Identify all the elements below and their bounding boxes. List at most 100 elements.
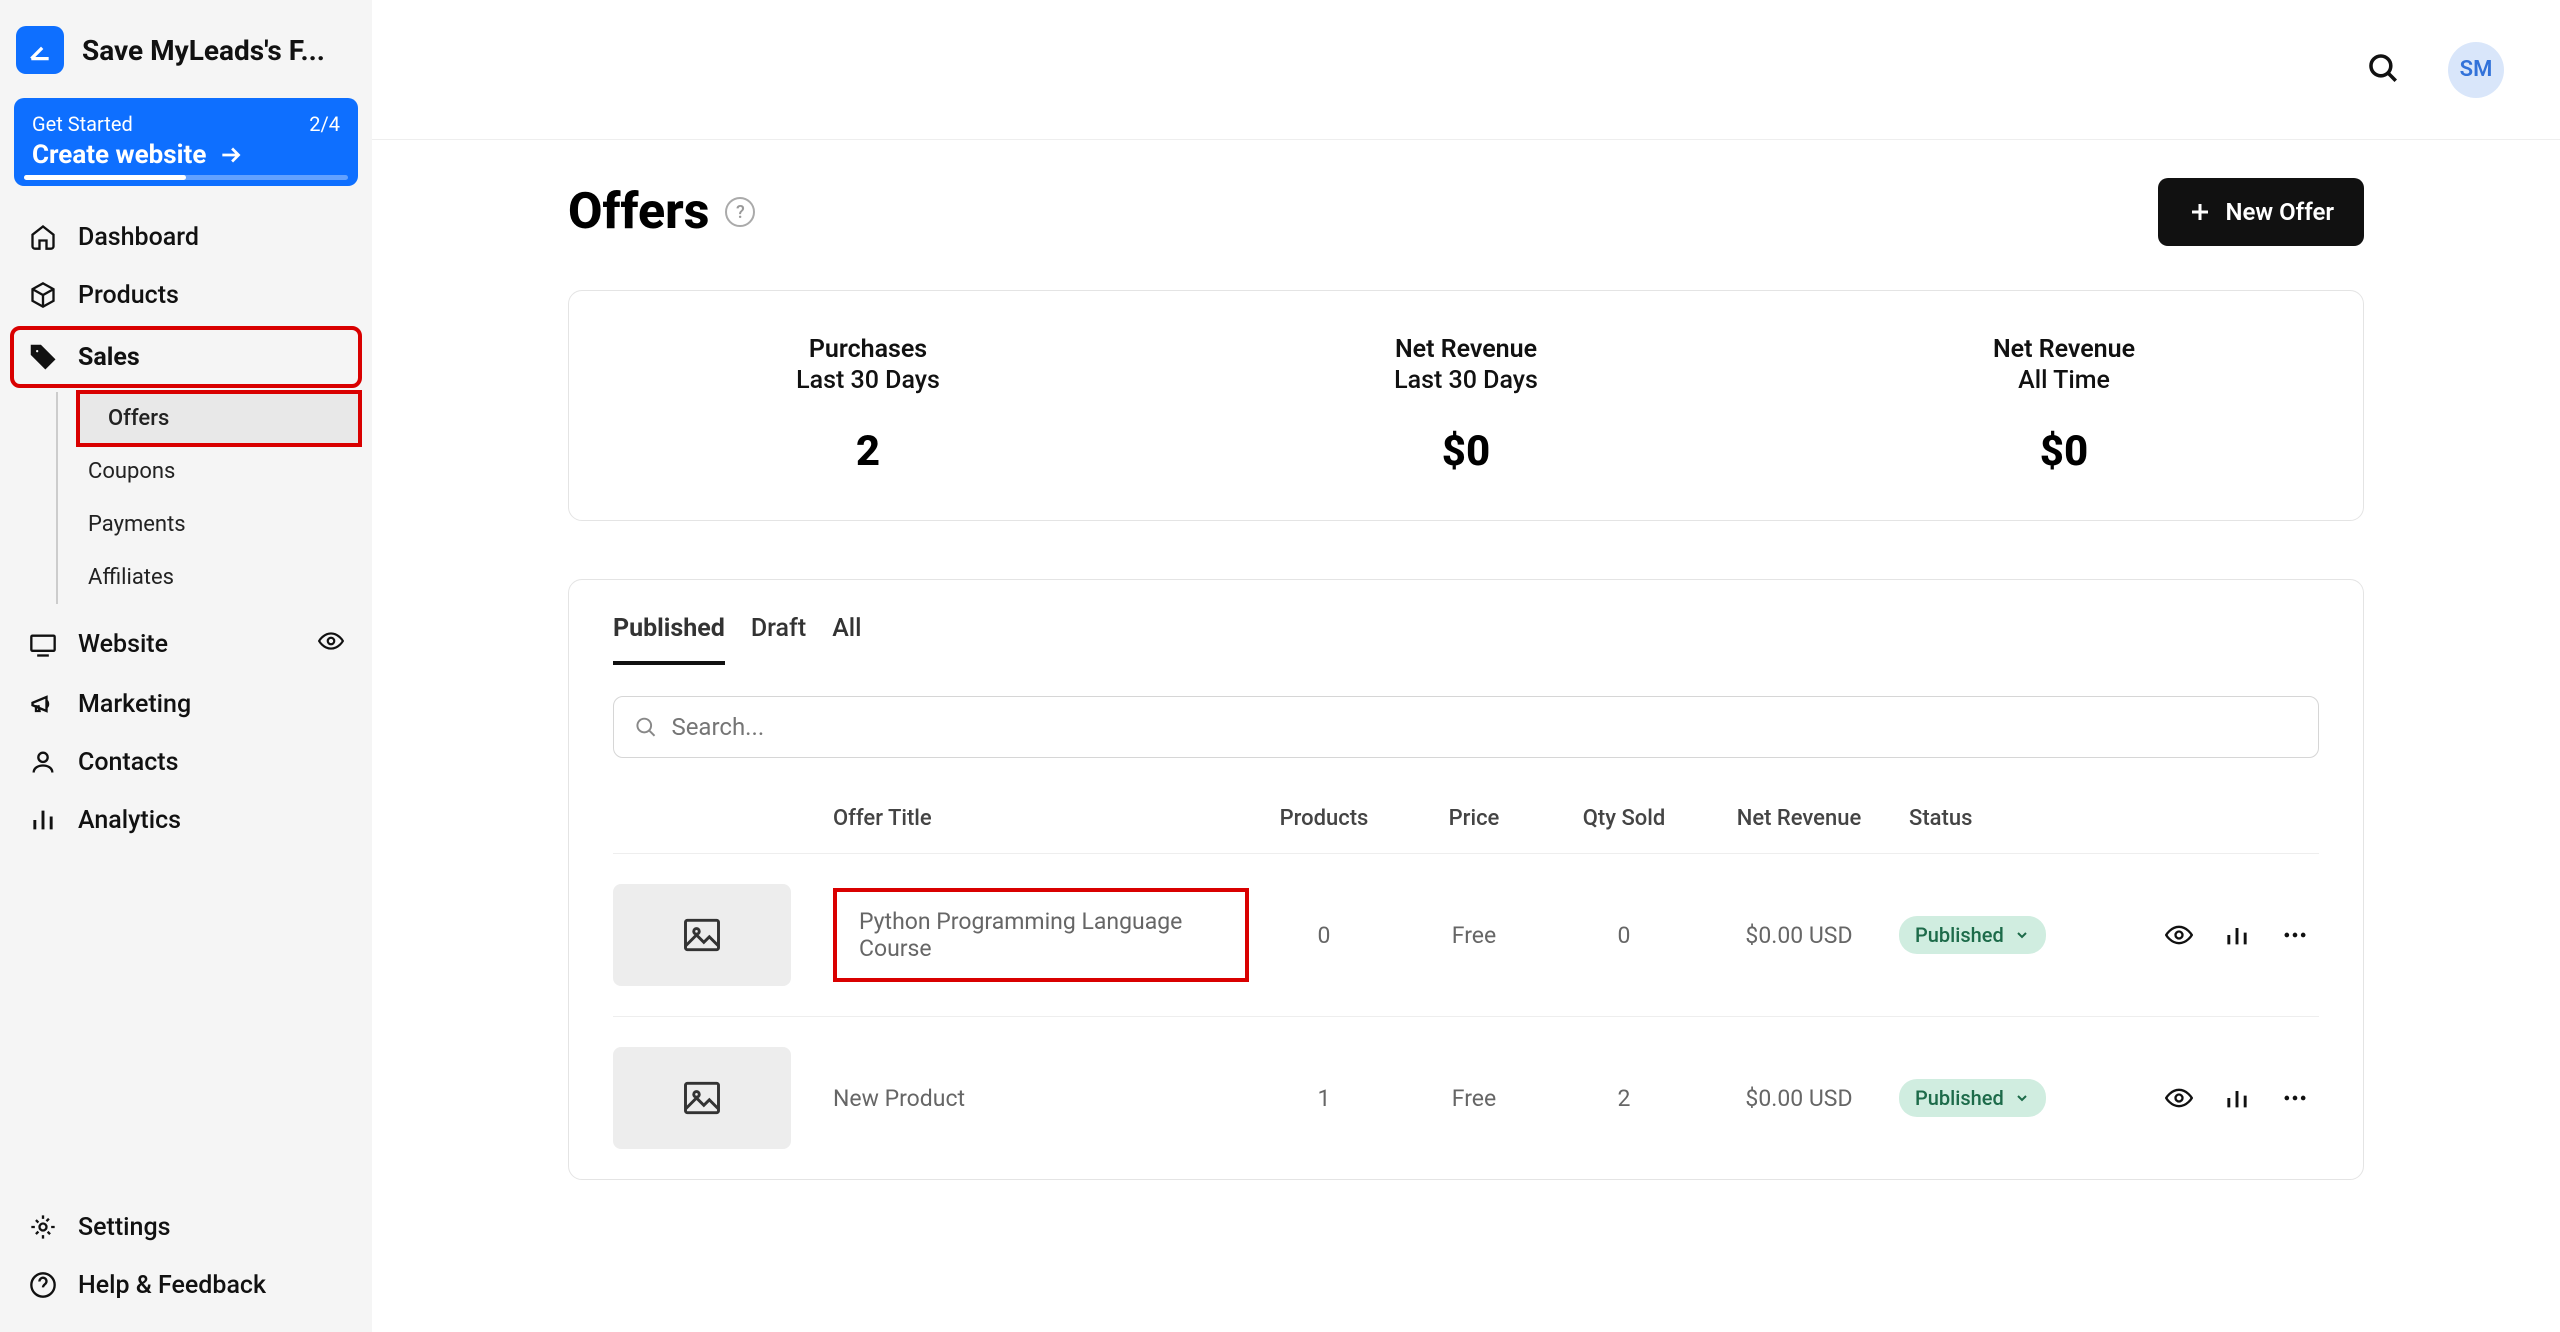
search-icon xyxy=(634,715,657,739)
subnav-item-payments[interactable]: Payments xyxy=(58,498,360,551)
offer-qty: 2 xyxy=(1549,1085,1699,1112)
status-badge[interactable]: Published xyxy=(1899,1079,2046,1117)
search-field[interactable] xyxy=(613,696,2319,758)
sidebar-item-sales[interactable]: Sales xyxy=(12,328,360,386)
offer-thumb xyxy=(613,1047,791,1149)
get-started-progress: 2/4 xyxy=(309,112,340,136)
col-products: Products xyxy=(1249,806,1399,831)
offer-title-cell: Python Programming Language Course xyxy=(833,888,1249,982)
offer-price: Free xyxy=(1399,1085,1549,1112)
search-icon xyxy=(2366,51,2400,85)
offer-qty: 0 xyxy=(1549,922,1699,949)
status-badge[interactable]: Published xyxy=(1899,916,2046,954)
sidebar-label-analytics: Analytics xyxy=(78,806,181,835)
plus-icon xyxy=(2188,200,2212,224)
sidebar: Save MyLeads's F... Get Started 2/4 Crea… xyxy=(0,0,372,1332)
gear-icon xyxy=(28,1212,58,1242)
sales-subnav: Offers Coupons Payments Affiliates xyxy=(56,392,360,604)
subnav-item-offers[interactable]: Offers xyxy=(78,392,360,445)
tab-published[interactable]: Published xyxy=(613,614,725,665)
sidebar-item-settings[interactable]: Settings xyxy=(12,1198,360,1256)
more-icon[interactable] xyxy=(2281,921,2309,949)
tabs: Published Draft All xyxy=(613,614,2319,666)
col-status: Status xyxy=(1899,806,2099,831)
search-input[interactable] xyxy=(671,713,2298,741)
subnav-item-coupons[interactable]: Coupons xyxy=(58,445,360,498)
sidebar-label-marketing: Marketing xyxy=(78,690,191,719)
new-offer-button[interactable]: New Offer xyxy=(2158,178,2364,246)
tag-icon xyxy=(28,342,58,372)
offer-title: New Product xyxy=(833,1085,1249,1112)
offers-table: Offer Title Products Price Qty Sold Net … xyxy=(613,784,2319,1179)
sidebar-item-products[interactable]: Products xyxy=(12,266,360,324)
home-icon xyxy=(28,222,58,252)
bar-chart-icon[interactable] xyxy=(2223,1084,2251,1112)
subnav-label-affiliates: Affiliates xyxy=(88,565,174,590)
offer-products: 0 xyxy=(1249,922,1399,949)
subnav-item-affiliates[interactable]: Affiliates xyxy=(58,551,360,604)
stats-card: Purchases Last 30 Days 2 Net Revenue Las… xyxy=(568,290,2364,521)
get-started-card[interactable]: Get Started 2/4 Create website xyxy=(14,98,358,186)
sidebar-item-analytics[interactable]: Analytics xyxy=(12,791,360,849)
chevron-down-icon xyxy=(2014,1090,2030,1106)
offer-status-cell: Published xyxy=(1899,1079,2099,1117)
megaphone-icon xyxy=(28,689,58,719)
sidebar-label-settings: Settings xyxy=(78,1213,171,1242)
page-title-wrap: Offers ? xyxy=(568,183,755,241)
subnav-label-offers: Offers xyxy=(108,406,169,431)
col-title: Offer Title xyxy=(833,806,1249,831)
offer-title: Python Programming Language Course xyxy=(859,908,1182,962)
col-net: Net Revenue xyxy=(1699,806,1899,831)
stat-sublabel: All Time xyxy=(1765,366,2363,395)
brand-logo[interactable] xyxy=(16,26,64,74)
table-row[interactable]: New Product 1 Free 2 $0.00 USD Published xyxy=(613,1016,2319,1179)
subnav-label-coupons: Coupons xyxy=(88,459,175,484)
offer-price: Free xyxy=(1399,922,1549,949)
col-qty: Qty Sold xyxy=(1549,806,1699,831)
stat-label: Purchases xyxy=(569,335,1167,364)
page-header: Offers ? New Offer xyxy=(568,178,2364,246)
table-header: Offer Title Products Price Qty Sold Net … xyxy=(613,784,2319,853)
stat-net-30: Net Revenue Last 30 Days $0 xyxy=(1167,335,1765,476)
stat-purchases: Purchases Last 30 Days 2 xyxy=(569,335,1167,476)
sidebar-item-website[interactable]: Website xyxy=(12,614,360,675)
get-started-cta: Create website xyxy=(32,140,206,170)
stat-value: $0 xyxy=(1765,427,2363,476)
sidebar-item-contacts[interactable]: Contacts xyxy=(12,733,360,791)
stat-value: 2 xyxy=(569,427,1167,476)
chevron-down-icon xyxy=(2014,927,2030,943)
sidebar-item-dashboard[interactable]: Dashboard xyxy=(12,208,360,266)
col-price: Price xyxy=(1399,806,1549,831)
help-tooltip-icon[interactable]: ? xyxy=(725,197,755,227)
sidebar-item-marketing[interactable]: Marketing xyxy=(12,675,360,733)
tab-all[interactable]: All xyxy=(832,614,861,665)
subnav-label-payments: Payments xyxy=(88,512,186,537)
image-icon xyxy=(680,913,724,957)
progress-bar xyxy=(24,175,348,180)
preview-icon[interactable] xyxy=(318,628,344,661)
brand-name: Save MyLeads's F... xyxy=(82,34,325,67)
status-label: Published xyxy=(1915,1086,2004,1110)
search-button[interactable] xyxy=(2366,51,2400,89)
eye-icon[interactable] xyxy=(2165,921,2193,949)
stat-net-all: Net Revenue All Time $0 xyxy=(1765,335,2363,476)
sidebar-item-help[interactable]: Help & Feedback xyxy=(12,1256,360,1314)
sidebar-label-website: Website xyxy=(78,630,168,659)
more-icon[interactable] xyxy=(2281,1084,2309,1112)
offer-title-highlight: Python Programming Language Course xyxy=(833,888,1249,982)
page-title: Offers xyxy=(568,183,709,241)
stat-label: Net Revenue xyxy=(1167,335,1765,364)
sidebar-label-help: Help & Feedback xyxy=(78,1271,266,1300)
bar-chart-icon[interactable] xyxy=(2223,921,2251,949)
eye-icon[interactable] xyxy=(2165,1084,2193,1112)
table-row[interactable]: Python Programming Language Course 0 Fre… xyxy=(613,853,2319,1016)
image-icon xyxy=(680,1076,724,1120)
row-actions xyxy=(2099,1084,2319,1112)
avatar[interactable]: SM xyxy=(2448,42,2504,98)
topbar: SM xyxy=(372,0,2560,140)
sidebar-label-products: Products xyxy=(78,281,179,310)
stat-label: Net Revenue xyxy=(1765,335,2363,364)
tab-draft[interactable]: Draft xyxy=(751,614,806,665)
sidebar-label-dashboard: Dashboard xyxy=(78,223,199,252)
offers-list-card: Published Draft All Offer Title Products… xyxy=(568,579,2364,1180)
